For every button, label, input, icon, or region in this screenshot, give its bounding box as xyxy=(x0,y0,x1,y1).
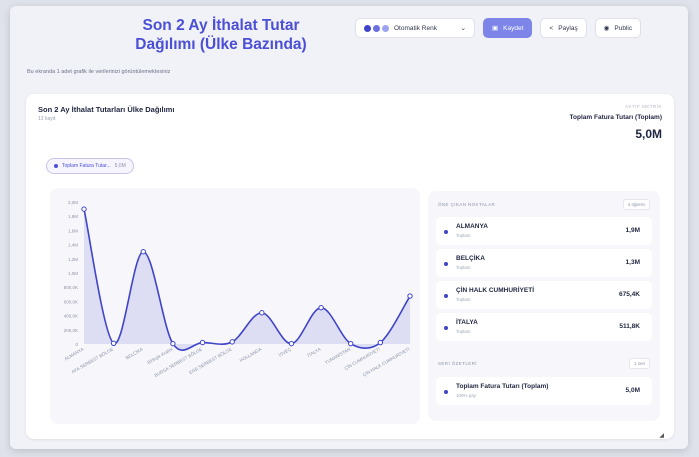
x-tick-label: BELÇİKA xyxy=(124,346,143,361)
chip-label: Toplam Fatura Tutar... xyxy=(62,163,111,169)
y-tick-label: 800,0K xyxy=(64,285,78,290)
series-summary-header: SERİ ÖZETLERİ xyxy=(438,361,477,366)
page-title: Son 2 Ay İthalat Tutar Dağılımı (Ülke Ba… xyxy=(135,17,307,53)
chart-card: Son 2 Ay İthalat Tutarları Ülke Dağılımı… xyxy=(26,94,674,439)
card-title: Son 2 Ay İthalat Tutarları Ülke Dağılımı xyxy=(38,105,175,114)
active-metric-value: 5,0M xyxy=(635,127,662,141)
highlight-item[interactable]: BELÇİKA Toplam 1,3M xyxy=(436,249,652,277)
highlight-item[interactable]: ÇİN HALK CUMHURİYETİ Toplam 675,4K xyxy=(436,281,652,309)
data-point xyxy=(259,310,265,316)
data-point xyxy=(318,304,324,311)
series-summary-item[interactable]: Toplam Fatura Tutarı (Toplam) 100% pay 5… xyxy=(436,377,652,405)
share-label: Paylaş xyxy=(558,24,578,32)
color-mode-label: Otomatik Renk xyxy=(394,24,437,32)
series-dot-icon xyxy=(54,164,58,168)
page-subtitle: Bu ekranda 1 adet grafik ile verileriniz… xyxy=(27,69,171,75)
save-button[interactable]: ▣ Kaydet xyxy=(483,18,533,38)
data-point xyxy=(348,340,354,347)
data-point xyxy=(140,249,146,255)
y-tick-label: 1,6M xyxy=(68,228,78,233)
highlight-value: 1,3M xyxy=(625,259,640,266)
data-point xyxy=(81,206,87,212)
save-icon: ▣ xyxy=(492,25,499,32)
y-tick-label: 200,0K xyxy=(64,328,78,333)
globe-icon: ◉ xyxy=(603,25,610,32)
palette-dot xyxy=(382,24,389,32)
highlight-name: ÇİN HALK CUMHURİYETİ xyxy=(456,287,534,294)
data-point xyxy=(229,339,235,345)
x-tick-label: YUNANİSTAN xyxy=(323,346,351,366)
series-chip[interactable]: Toplam Fatura Tutar... 5,0M xyxy=(46,158,134,174)
y-tick-label: 400,0K xyxy=(64,314,78,319)
y-tick-label: 1,4M xyxy=(68,243,78,248)
bullet-icon xyxy=(444,230,448,234)
highlight-name: ALMANYA xyxy=(456,223,488,230)
highlight-value: 511,8K xyxy=(619,323,640,330)
bullet-icon xyxy=(444,294,448,298)
highlight-value: 675,4K xyxy=(619,291,640,298)
data-point xyxy=(199,339,206,346)
data-point xyxy=(377,339,384,346)
area-chart: 2,0M 1,8M 1,6M 1,4M 1,2M 1,0M 800,0K 600,0K 400,… xyxy=(64,200,413,378)
share-icon: < xyxy=(549,24,554,32)
highlights-badge: 4 öğenin xyxy=(622,199,650,210)
data-point xyxy=(110,340,117,346)
active-metric-name: Toplam Fatura Tutarı (Toplam) xyxy=(569,114,662,121)
bullet-icon xyxy=(444,326,448,330)
record-count: 13 kayıt xyxy=(38,116,56,122)
toolbar: Otomatik Renk ⌄ ▣ Kaydet < Paylaş ◉ Publ… xyxy=(355,18,642,38)
highlight-sub: Toplam xyxy=(456,233,471,238)
data-point xyxy=(288,340,295,347)
y-tick-label: 1,0M xyxy=(68,271,78,276)
highlights-header: ÖNE ÇIKAN NOKTALAR xyxy=(438,202,496,207)
x-tick-label: BURSA SERBEST BÖLGE xyxy=(153,346,203,378)
chart-panel: 2,0M 1,8M 1,6M 1,4M 1,2M 1,0M 800,0K 600,0K 400,… xyxy=(50,188,420,424)
series-name: Toplam Fatura Tutarı (Toplam) xyxy=(456,383,549,390)
highlight-value: 1,9M xyxy=(625,227,640,234)
chip-value: 5,0M xyxy=(114,163,126,169)
highlight-name: İTALYA xyxy=(456,319,478,326)
y-tick-label: 600,0K xyxy=(64,299,78,304)
active-metric-label: AKTİF METRİK xyxy=(624,104,662,109)
highlight-sub: Toplam xyxy=(456,297,471,302)
palette-dot xyxy=(364,24,371,32)
x-tick-label: Birleşik Krallık xyxy=(146,346,174,365)
series-share: 100% pay xyxy=(456,393,477,398)
palette-dots xyxy=(364,24,389,32)
highlight-sub: Toplam xyxy=(456,265,471,270)
highlight-item[interactable]: ALMANYA Toplam 1,9M xyxy=(436,217,652,245)
bullet-icon xyxy=(444,262,448,266)
palette-dot xyxy=(373,24,380,32)
resize-handle-icon[interactable]: ◢ xyxy=(659,432,664,439)
side-panel: ÖNE ÇIKAN NOKTALAR 4 öğenin ALMANYA Topl… xyxy=(428,191,660,421)
y-tick-label: 0 xyxy=(75,342,78,347)
x-tick-label: HOLLANDA xyxy=(239,347,263,363)
chevron-down-icon: ⌄ xyxy=(460,25,466,32)
y-tick-label: 2,0M xyxy=(68,200,78,205)
y-tick-label: 1,8M xyxy=(68,214,78,219)
x-tick-label: İSVEÇ xyxy=(277,345,292,357)
data-point xyxy=(407,293,413,299)
highlight-sub: Toplam xyxy=(456,329,471,334)
x-tick-label: ÇİN HALK CUMHURİYETİ xyxy=(361,346,410,378)
color-mode-select[interactable]: Otomatik Renk ⌄ xyxy=(355,18,475,38)
public-button[interactable]: ◉ Public xyxy=(594,18,642,38)
highlight-name: BELÇİKA xyxy=(456,255,485,262)
save-label: Kaydet xyxy=(503,24,524,32)
public-label: Public xyxy=(614,24,633,32)
series-value: 5,0M xyxy=(625,387,640,394)
highlight-item[interactable]: İTALYA Toplam 511,8K xyxy=(436,313,652,341)
x-tick-label: ALMANYA xyxy=(64,347,85,362)
series-summary-badge: 1 seri xyxy=(628,358,650,369)
share-button[interactable]: < Paylaş xyxy=(540,18,587,38)
x-tick-label: İTALYA xyxy=(306,346,322,358)
bullet-icon xyxy=(444,390,448,394)
app-window: Son 2 Ay İthalat Tutar Dağılımı (Ülke Ba… xyxy=(10,6,688,449)
y-tick-label: 1,2M xyxy=(68,257,78,262)
data-point xyxy=(170,340,176,347)
